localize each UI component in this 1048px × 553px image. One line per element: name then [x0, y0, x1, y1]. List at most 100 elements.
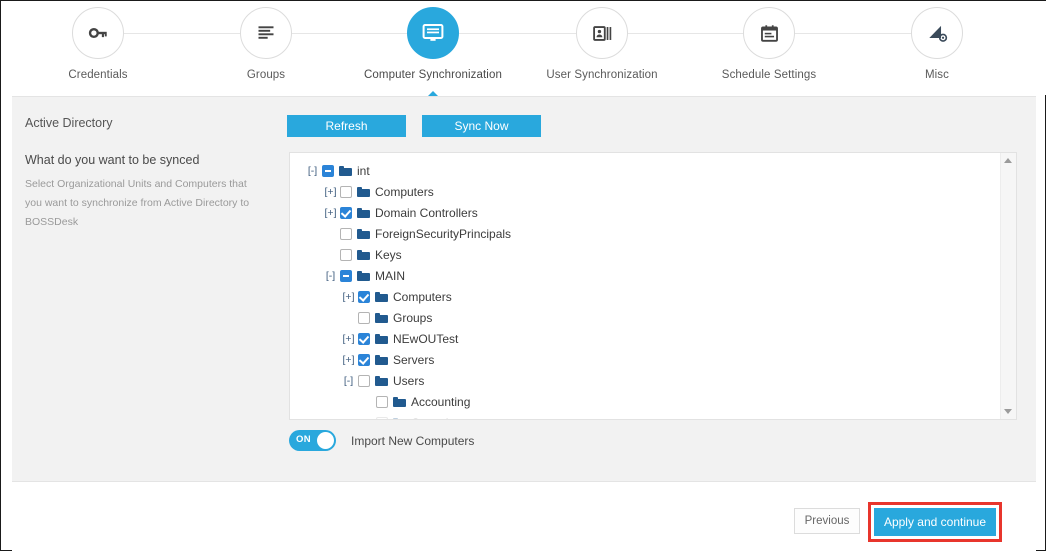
step-label-groups: Groups [246, 69, 286, 81]
tree-node-checkbox[interactable] [358, 374, 370, 387]
stepper-step-groups[interactable]: Groups [191, 7, 341, 81]
import-new-computers-row: ON Import New Computers [289, 430, 474, 451]
tree-node-checkbox[interactable] [340, 185, 352, 198]
previous-button[interactable]: Previous [794, 508, 860, 534]
stepper-step-schedule-settings[interactable]: Schedule Settings [694, 7, 844, 81]
tree-node[interactable]: [+] Domain Controllers [290, 202, 1002, 223]
import-new-computers-label: Import New Computers [351, 433, 475, 448]
tree-node[interactable]: [+] Computers [290, 286, 1002, 307]
tree-node[interactable]: [-] int [290, 160, 1002, 181]
step-circle-credentials[interactable] [72, 7, 124, 59]
wizard-content: Active Directory What do you want to be … [12, 96, 1036, 482]
toggle-spacer [358, 396, 375, 408]
apply-button-highlight-annotation: Apply and continue [868, 502, 1002, 542]
tree-node[interactable]: [+] Servers [290, 349, 1002, 370]
monitor-icon [422, 24, 444, 41]
refresh-button[interactable]: Refresh [287, 115, 406, 137]
tree-node-checkbox[interactable] [340, 227, 352, 240]
folder-icon [339, 165, 352, 176]
sync-now-button[interactable]: Sync Now [422, 115, 541, 137]
tree-node-label: Servers [393, 352, 435, 367]
tree-node-checkbox[interactable] [340, 206, 352, 219]
tree-node-checkbox[interactable] [358, 290, 370, 303]
tree-node-checkbox[interactable] [322, 164, 334, 177]
wizard-stepper: Credentials Groups Computer Synchronizat… [1, 1, 1047, 98]
tree-node-label: Domain Controllers [375, 205, 478, 220]
toggle-knob [317, 432, 334, 449]
tree-node-label: Accounting [411, 394, 471, 409]
tree-node[interactable]: ForeignSecurityPrincipals [290, 223, 1002, 244]
folder-icon [357, 228, 370, 239]
folder-icon [393, 417, 406, 419]
calendar-icon [760, 24, 778, 42]
step-label-credentials: Credentials [68, 69, 128, 81]
tree-node-label: Computers [393, 289, 452, 304]
step-label-schedule-settings: Schedule Settings [721, 69, 817, 81]
tree-node[interactable]: [+] Computers [290, 181, 1002, 202]
import-new-computers-toggle[interactable]: ON [289, 430, 336, 451]
step-circle-computer-synchronization[interactable] [407, 7, 459, 59]
toggle-spacer [322, 249, 339, 261]
tree-node[interactable]: Groups [290, 307, 1002, 328]
sync-description-text: Select Organizational Units and Computer… [25, 178, 250, 228]
stepper-step-misc[interactable]: Misc [862, 7, 1012, 81]
ou-tree-list: [-] int [+] Computers [+] Domain Controllers … [290, 153, 1002, 420]
toggle-spacer [358, 417, 375, 420]
scroll-up-arrow-icon[interactable] [1004, 158, 1012, 163]
expand-toggle-icon[interactable]: [+] [340, 291, 357, 303]
tree-vertical-scrollbar[interactable] [1000, 153, 1016, 419]
tree-node[interactable]: Consultant [290, 412, 1002, 420]
list-lines-icon [258, 26, 274, 39]
id-card-icon [592, 25, 611, 41]
tree-node-checkbox[interactable] [358, 311, 370, 324]
tree-node-checkbox[interactable] [340, 269, 352, 282]
wizard-footer: Previous Apply and continue [12, 481, 1036, 551]
tree-node-checkbox[interactable] [376, 395, 388, 408]
tree-node-checkbox[interactable] [340, 248, 352, 261]
tree-node-label: Groups [393, 310, 433, 325]
toggle-state-label: ON [296, 434, 311, 445]
stepper-step-user-synchronization[interactable]: User Synchronization [527, 7, 677, 81]
tree-node-checkbox[interactable] [358, 332, 370, 345]
tree-node[interactable]: Accounting [290, 391, 1002, 412]
step-circle-misc[interactable] [911, 7, 963, 59]
ou-tree-panel[interactable]: [-] int [+] Computers [+] Domain Controllers … [289, 152, 1017, 420]
tree-node[interactable]: Keys [290, 244, 1002, 265]
tree-node[interactable]: [+] NEwOUTest [290, 328, 1002, 349]
triangle-gear-icon [929, 25, 948, 42]
scroll-down-arrow-icon[interactable] [1004, 409, 1012, 414]
collapse-toggle-icon[interactable]: [-] [304, 165, 321, 177]
collapse-toggle-icon[interactable]: [-] [322, 270, 339, 282]
collapse-toggle-icon[interactable]: [-] [340, 375, 357, 387]
folder-icon [375, 312, 388, 323]
tree-node-label: ForeignSecurityPrincipals [375, 226, 512, 241]
toggle-spacer [322, 228, 339, 240]
tree-node-label: MAIN [375, 268, 405, 283]
expand-toggle-icon[interactable]: [+] [322, 186, 339, 198]
tree-node[interactable]: [-] Users [290, 370, 1002, 391]
step-circle-groups[interactable] [240, 7, 292, 59]
step-circle-schedule-settings[interactable] [743, 7, 795, 59]
step-label-user-synchronization: User Synchronization [546, 69, 658, 81]
tree-node-checkbox[interactable] [376, 416, 388, 419]
tree-node-label: Users [393, 373, 425, 388]
stepper-step-credentials[interactable]: Credentials [23, 7, 173, 81]
toggle-spacer [340, 312, 357, 324]
tree-node-label: NEwOUTest [393, 331, 459, 346]
folder-icon [357, 207, 370, 218]
tree-node-checkbox[interactable] [358, 353, 370, 366]
tree-node-label: int [357, 163, 370, 178]
stepper-step-computer-synchronization[interactable]: Computer Synchronization [358, 7, 508, 98]
expand-toggle-icon[interactable]: [+] [340, 333, 357, 345]
folder-icon [375, 375, 388, 386]
tree-node-label: Keys [375, 247, 402, 262]
apply-and-continue-button[interactable]: Apply and continue [874, 508, 996, 536]
left-info-panel: Active Directory What do you want to be … [12, 97, 276, 482]
step-circle-user-synchronization[interactable] [576, 7, 628, 59]
tree-node[interactable]: [-] MAIN [290, 265, 1002, 286]
expand-toggle-icon[interactable]: [+] [322, 207, 339, 219]
step-label-computer-synchronization: Computer Synchronization [364, 69, 502, 81]
expand-toggle-icon[interactable]: [+] [340, 354, 357, 366]
sync-settings-panel: Refresh Sync Now [-] int [+] Computers [+] Do… [276, 97, 1036, 482]
folder-icon [375, 354, 388, 365]
